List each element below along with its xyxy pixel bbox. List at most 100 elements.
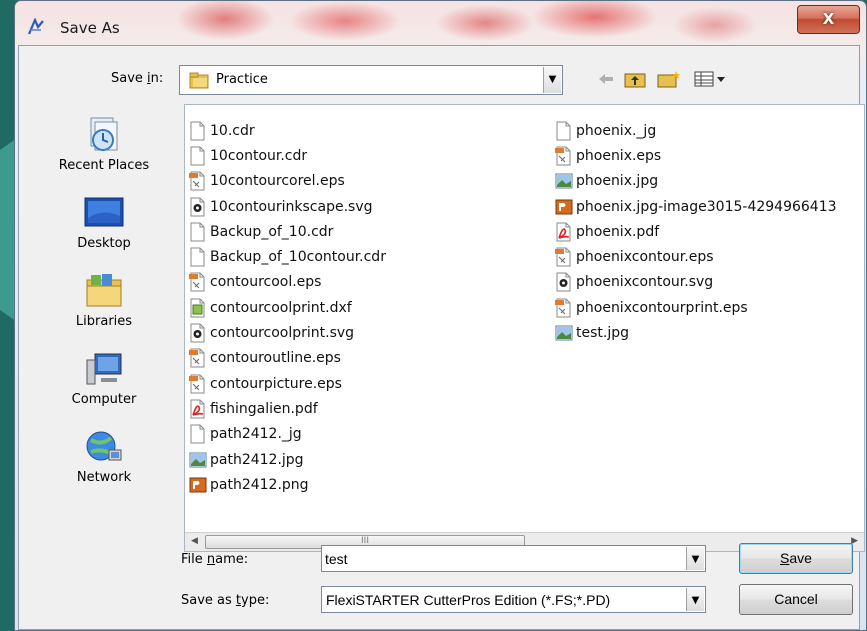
file-item[interactable]: 10contourcorel.eps [189,169,559,194]
file-item[interactable]: phoenix.jpg-image3015-4294966413 [555,194,864,219]
file-name: phoenixcontour.eps [576,249,714,266]
place-label: Desktop [77,236,131,251]
view-menu-icon[interactable] [694,70,730,88]
eps-file-icon [555,146,571,166]
file-item[interactable]: phoenix.jpg [555,169,864,194]
file-name: phoenixcontourprint.eps [576,299,748,316]
save-in-value: Practice [216,72,268,87]
file-item[interactable]: phoenixcontour.svg [555,270,864,295]
chevron-down-icon[interactable]: ▼ [543,67,561,93]
file-name-input[interactable] [322,546,682,571]
save-in-combo[interactable]: Practice ▼ [179,65,563,95]
file-item[interactable]: contourcool.eps [189,270,559,295]
jpg-file-icon [189,452,207,467]
file-name: Backup_of_10contour.cdr [210,249,386,266]
svg-file-icon [190,323,205,343]
pdf-file-icon [190,399,205,419]
file-item[interactable]: contourcoolprint.dxf [189,295,559,320]
file-item[interactable]: Backup_of_10.cdr [189,219,559,244]
save-in-label: Save in: [111,71,164,86]
file-item[interactable]: phoenix._jg [555,118,864,143]
network-icon [86,431,122,461]
place-recent-places[interactable]: Recent Places [29,114,179,173]
place-label: Libraries [75,314,133,329]
eps-file-icon [189,374,205,394]
save-as-type-select[interactable]: FlexiSTARTER CutterPros Edition (*.FS;*.… [321,586,706,613]
file-column: 10.cdr 10contour.cdr 10contourcorel.eps 10c… [189,118,559,497]
save-button[interactable]: Save [739,543,853,574]
dialog-title: Save As [60,19,120,37]
save-as-dialog: Save As X Save in: Practice ▼ Recent Pla… [14,0,867,631]
places-bar: Recent Places Desktop Libraries Computer… [29,106,179,506]
recent-places-icon [90,117,118,151]
blank-file-icon [556,121,571,141]
save-as-type-value: FlexiSTARTER CutterPros Edition (*.FS;*.… [326,592,611,608]
file-name-combo[interactable]: ▼ [321,545,706,572]
file-name: path2412._jg [210,426,302,443]
file-item[interactable]: 10contourinkscape.svg [189,194,559,219]
save-as-type-label: Save as type: [181,593,270,608]
file-item[interactable]: phoenixcontourprint.eps [555,295,864,320]
file-name: path2412.png [210,476,309,493]
eps-file-icon [555,247,571,267]
file-item[interactable]: path2412.png [189,472,559,497]
new-folder-icon[interactable] [657,70,681,88]
back-arrow-icon[interactable] [597,70,615,88]
blank-file-icon [190,424,205,444]
file-name: contouroutline.eps [210,350,341,367]
file-item[interactable]: Backup_of_10contour.cdr [189,244,559,269]
cancel-button[interactable]: Cancel [739,584,853,615]
file-name: contourcool.eps [210,274,322,291]
scroll-left-icon[interactable]: ◀ [191,536,198,546]
place-desktop[interactable]: Desktop [29,192,179,251]
svg-file-icon [556,272,571,292]
file-item[interactable]: path2412.jpg [189,447,559,472]
blank-file-icon [190,121,205,141]
file-name: phoenix._jg [576,122,657,139]
eps-file-icon [189,171,205,191]
file-name: phoenix.jpg [576,173,659,190]
eps-file-icon [189,272,205,292]
up-folder-icon[interactable] [624,70,646,88]
close-button[interactable]: X [797,5,860,34]
file-name: phoenix.pdf [576,223,660,240]
desktop-icon [84,197,124,227]
file-name: contourcoolprint.dxf [210,299,352,316]
file-name: 10contour.cdr [210,147,308,164]
eps-file-icon [555,298,571,318]
file-item[interactable]: phoenix.pdf [555,219,864,244]
close-icon: X [822,10,835,28]
place-libraries[interactable]: Libraries [29,270,179,329]
file-list[interactable]: 10.cdr 10contour.cdr 10contourcorel.eps 10c… [184,104,865,552]
file-item[interactable]: phoenix.eps [555,143,864,168]
png-file-icon [189,477,207,493]
file-item[interactable]: test.jpg [555,320,864,345]
libraries-icon [86,274,122,307]
file-item[interactable]: 10contour.cdr [189,143,559,168]
place-network[interactable]: Network [29,426,179,485]
file-name: 10contourinkscape.svg [210,198,373,215]
jpg-file-icon [555,325,573,341]
file-name: 10contourcorel.eps [210,173,345,190]
file-item[interactable]: 10.cdr [189,118,559,143]
chevron-down-icon[interactable]: ▼ [686,547,704,570]
blank-file-icon [190,222,205,242]
file-item[interactable]: phoenixcontour.eps [555,244,864,269]
file-item[interactable]: path2412._jg [189,422,559,447]
file-item[interactable]: contourpicture.eps [189,371,559,396]
place-computer[interactable]: Computer [29,348,179,407]
file-name: contourcoolprint.svg [210,325,355,342]
pdf-file-icon [556,222,571,242]
file-item[interactable]: contourcoolprint.svg [189,320,559,345]
file-name-label: File name: [181,552,249,567]
file-item[interactable]: contouroutline.eps [189,346,559,371]
app-icon [27,18,44,35]
file-item[interactable]: fishingalien.pdf [189,396,559,421]
file-name: fishingalien.pdf [210,400,318,417]
jpg-file-icon [555,173,573,189]
file-name: phoenixcontour.svg [576,274,714,291]
blank-file-icon [190,146,205,166]
chevron-down-icon[interactable]: ▼ [686,588,704,611]
svg-file-icon [190,197,205,217]
file-name: phoenix.eps [576,147,662,164]
